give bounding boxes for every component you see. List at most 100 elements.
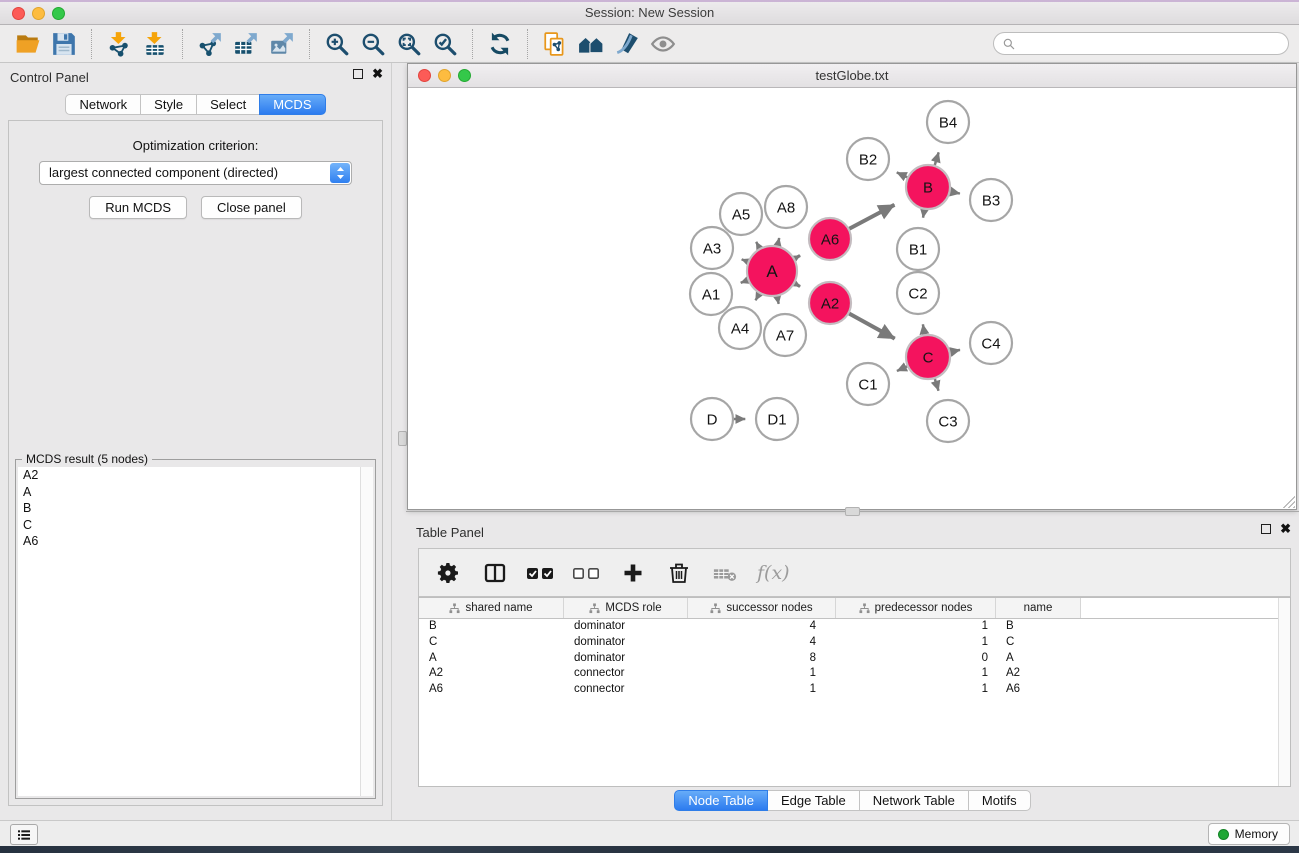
table-cell[interactable]: 1 [836, 619, 996, 635]
window-resize-grip[interactable] [1283, 496, 1295, 508]
table-cell[interactable]: connector [564, 682, 688, 698]
tab-network[interactable]: Network [65, 94, 141, 115]
table-cell[interactable]: 1 [836, 635, 996, 651]
select-all-icon[interactable] [525, 557, 557, 589]
graph-edge-A-A7[interactable] [777, 295, 779, 303]
graph-edge-C-C3[interactable] [935, 378, 939, 391]
table-cell[interactable]: 4 [688, 635, 836, 651]
close-table-panel-icon[interactable]: ✖ [1280, 524, 1291, 534]
table-cell[interactable]: A [419, 651, 564, 667]
zoom-fit-icon[interactable] [391, 29, 427, 59]
column-header-successor-nodes[interactable]: successor nodes [688, 598, 836, 618]
graph-node-B3[interactable]: B3 [970, 179, 1012, 221]
graph-node-A8[interactable]: A8 [765, 186, 807, 228]
graph-edge-B-B3[interactable] [950, 191, 960, 193]
graph-node-D[interactable]: D [691, 398, 733, 440]
graph-edge-A-A8[interactable] [777, 238, 779, 247]
table-cell[interactable]: A6 [996, 682, 1081, 698]
table-scrollbar[interactable] [1278, 598, 1290, 786]
import-network-icon[interactable] [101, 29, 137, 59]
table-cell[interactable]: B [996, 619, 1081, 635]
import-table-icon[interactable] [137, 29, 173, 59]
tab-style[interactable]: Style [140, 94, 197, 115]
graph-node-A1[interactable]: A1 [690, 273, 732, 315]
mcds-result-list[interactable]: A2ABCA6 [18, 467, 373, 796]
column-header-MCDS-role[interactable]: MCDS role [564, 598, 688, 618]
table-cell[interactable]: 0 [836, 651, 996, 667]
export-table-icon[interactable] [228, 29, 264, 59]
graph-edge-A-A1[interactable] [741, 280, 749, 283]
graph-node-C[interactable]: C [906, 335, 950, 379]
settings-icon[interactable] [433, 557, 465, 589]
table-cell[interactable]: connector [564, 666, 688, 682]
table-cell[interactable]: B [419, 619, 564, 635]
run-mcds-button[interactable]: Run MCDS [89, 196, 187, 219]
mcds-result-item[interactable]: A6 [18, 533, 373, 550]
graph-node-A2[interactable]: A2 [809, 282, 851, 324]
save-session-icon[interactable] [46, 29, 82, 59]
table-row[interactable]: Cdominator41C [419, 635, 1290, 651]
table-tab-node-table[interactable]: Node Table [674, 790, 768, 811]
table-cell[interactable]: dominator [564, 619, 688, 635]
graph-node-C4[interactable]: C4 [970, 322, 1012, 364]
search-box[interactable] [993, 32, 1289, 55]
graph-node-A7[interactable]: A7 [764, 314, 806, 356]
table-cell[interactable]: 1 [836, 682, 996, 698]
graph-node-C1[interactable]: C1 [847, 363, 889, 405]
graph-node-B1[interactable]: B1 [897, 228, 939, 270]
table-tab-network-table[interactable]: Network Table [859, 790, 969, 811]
graph-node-D1[interactable]: D1 [756, 398, 798, 440]
split-view-icon[interactable] [479, 557, 511, 589]
graph-node-B2[interactable]: B2 [847, 138, 889, 180]
refresh-icon[interactable] [482, 29, 518, 59]
add-icon[interactable] [617, 557, 649, 589]
graph-edge-B-B4[interactable] [934, 152, 938, 166]
table-cell[interactable]: 8 [688, 651, 836, 667]
export-image-icon[interactable] [264, 29, 300, 59]
mcds-result-item[interactable]: A2 [18, 467, 373, 484]
table-tab-motifs[interactable]: Motifs [968, 790, 1031, 811]
table-cell[interactable]: 1 [836, 666, 996, 682]
table-cell[interactable]: 1 [688, 666, 836, 682]
column-header-predecessor-nodes[interactable]: predecessor nodes [836, 598, 996, 618]
graph-node-A4[interactable]: A4 [719, 307, 761, 349]
mcds-result-item[interactable]: A [18, 484, 373, 501]
clone-network-icon[interactable] [537, 29, 573, 59]
column-header-shared-name[interactable]: shared name [419, 598, 564, 618]
close-panel-icon[interactable]: ✖ [372, 69, 383, 79]
table-cell[interactable]: dominator [564, 651, 688, 667]
zoom-selected-icon[interactable] [427, 29, 463, 59]
network-graph[interactable]: B4B2BB3A5A8A6A3B1AC2A1A2A4A7C4CC1DD1C3 [408, 88, 1296, 509]
graph-edge-A2-C[interactable] [848, 313, 894, 339]
table-cell[interactable]: 4 [688, 619, 836, 635]
table-cell[interactable]: A [996, 651, 1081, 667]
table-row[interactable]: Adominator80A [419, 651, 1290, 667]
table-cell[interactable]: A2 [996, 666, 1081, 682]
network-window-titlebar[interactable]: testGlobe.txt [408, 64, 1296, 88]
graph-edge-C-C1[interactable] [897, 366, 908, 371]
network-view-window[interactable]: testGlobe.txt B4B2BB3A5A8A6A3B1AC2A1A2A4… [407, 63, 1297, 510]
vertical-split-grip[interactable] [398, 431, 407, 446]
memory-button[interactable]: Memory [1208, 823, 1290, 845]
table-cell[interactable]: 1 [688, 682, 836, 698]
home-icon[interactable] [573, 29, 609, 59]
float-panel-icon[interactable] [353, 69, 363, 79]
column-header-name[interactable]: name [996, 598, 1081, 618]
table-row[interactable]: Bdominator41B [419, 619, 1290, 635]
graph-edge-A6-B[interactable] [849, 205, 895, 229]
graph-edge-C-C4[interactable] [949, 350, 960, 352]
mcds-list-scrollbar[interactable] [360, 467, 373, 796]
graph-edge-A-A3[interactable] [742, 259, 749, 262]
deselect-all-icon[interactable] [571, 557, 603, 589]
float-table-panel-icon[interactable] [1261, 524, 1271, 534]
mcds-result-item[interactable]: C [18, 517, 373, 534]
criterion-select[interactable]: largest connected component (directed) [39, 161, 352, 185]
zoom-in-icon[interactable] [319, 29, 355, 59]
graph-node-B4[interactable]: B4 [927, 101, 969, 143]
graph-node-B[interactable]: B [906, 165, 950, 209]
search-input[interactable] [1016, 37, 1288, 51]
zoom-out-icon[interactable] [355, 29, 391, 59]
graph-node-A5[interactable]: A5 [720, 193, 762, 235]
show-eye-icon[interactable] [645, 29, 681, 59]
open-session-icon[interactable] [10, 29, 46, 59]
